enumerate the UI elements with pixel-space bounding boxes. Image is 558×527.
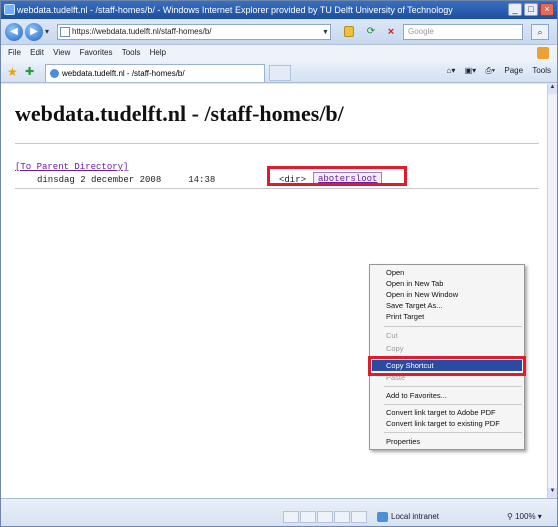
- status-bar: Local intranet ⚲ 100% ▾: [1, 498, 557, 526]
- status-panel: [300, 511, 316, 523]
- menu-bar: File Edit View Favorites Tools Help: [1, 45, 557, 61]
- new-tab-button[interactable]: [269, 65, 291, 81]
- highlight-box-directory: [267, 166, 407, 186]
- home-icon[interactable]: ⌂▾: [446, 66, 455, 75]
- address-toolbar: ◀ ▶ ▾ https://webdata.tudelft.nl/staff-h…: [1, 19, 557, 45]
- menu-tools[interactable]: Tools: [122, 48, 141, 57]
- window-title: webdata.tudelft.nl - /staff-homes/b/ - W…: [17, 5, 453, 15]
- feeds-icon[interactable]: [537, 47, 549, 59]
- page-menu[interactable]: Page: [504, 66, 523, 75]
- page-icon: [60, 27, 70, 37]
- ctx-cut: Cut: [386, 331, 398, 340]
- browser-window: webdata.tudelft.nl - /staff-homes/b/ - W…: [0, 0, 558, 527]
- menu-file[interactable]: File: [8, 48, 21, 57]
- ctx-separator: [384, 386, 522, 387]
- intranet-icon: [377, 512, 388, 522]
- ctx-open-new-tab[interactable]: Open in New Tab: [386, 279, 443, 289]
- status-panel: [317, 511, 333, 523]
- ctx-separator: [384, 326, 522, 327]
- scroll-down-icon[interactable]: ▼: [548, 488, 557, 498]
- lock-icon[interactable]: [344, 26, 354, 37]
- search-input[interactable]: Google: [403, 24, 523, 40]
- ctx-properties[interactable]: Properties: [386, 437, 420, 447]
- ctx-open[interactable]: Open: [386, 268, 404, 278]
- ie-icon: [4, 4, 15, 15]
- status-panels: [283, 511, 367, 523]
- address-input[interactable]: https://webdata.tudelft.nl/staff-homes/b…: [57, 24, 331, 40]
- refresh-icon[interactable]: ⟳: [364, 25, 378, 39]
- ctx-save-target[interactable]: Save Target As...: [386, 301, 443, 311]
- scroll-up-icon[interactable]: ▲: [548, 84, 557, 94]
- zoom-value: 100%: [515, 512, 536, 521]
- feeds-cmd-icon[interactable]: ▣▾: [465, 66, 477, 75]
- tab-page-icon: [50, 69, 59, 78]
- divider-bottom: [15, 188, 539, 189]
- address-dropdown-icon[interactable]: ▼: [322, 29, 329, 36]
- forward-button[interactable]: ▶: [25, 23, 43, 41]
- add-favorites-icon[interactable]: ✚: [25, 65, 34, 78]
- ctx-copy: Copy: [386, 344, 404, 353]
- ctx-print-target[interactable]: Print Target: [386, 312, 424, 322]
- page-content: webdata.tudelft.nl - /staff-homes/b/ [To…: [1, 84, 547, 498]
- zoom-level[interactable]: ⚲ 100% ▾: [507, 511, 542, 523]
- menu-view[interactable]: View: [53, 48, 70, 57]
- search-icon[interactable]: ⌕: [531, 24, 549, 40]
- status-panel: [351, 511, 367, 523]
- status-panel: [283, 511, 299, 523]
- minimize-button[interactable]: _: [508, 3, 522, 16]
- command-bar: ⌂▾ ▣▾ ⎙▾ Page Tools: [439, 66, 551, 76]
- zoom-icon: ⚲: [507, 512, 516, 521]
- divider-top: [15, 143, 539, 144]
- ctx-convert-existing-pdf[interactable]: Convert link target to existing PDF: [386, 419, 500, 429]
- ctx-separator: [384, 432, 522, 433]
- security-zone[interactable]: Local intranet: [377, 511, 439, 523]
- ctx-separator: [384, 404, 522, 405]
- window-controls: _ □ ×: [508, 3, 554, 16]
- ctx-add-favorites[interactable]: Add to Favorites...: [386, 391, 447, 401]
- row-time: 14:38: [188, 175, 216, 185]
- close-button[interactable]: ×: [540, 3, 554, 16]
- highlight-box-copy-shortcut: [368, 356, 526, 376]
- listing-row: dinsdag 2 december 2008 14:38: [37, 175, 215, 185]
- tools-menu[interactable]: Tools: [532, 66, 551, 75]
- page-heading: webdata.tudelft.nl - /staff-homes/b/: [15, 101, 344, 126]
- status-panel: [334, 511, 350, 523]
- history-dropdown-icon[interactable]: ▾: [45, 27, 49, 36]
- title-bar: webdata.tudelft.nl - /staff-homes/b/ - W…: [1, 1, 557, 19]
- menu-favorites[interactable]: Favorites: [80, 48, 113, 57]
- print-icon[interactable]: ⎙▾: [485, 66, 495, 75]
- row-date: dinsdag 2 december 2008: [37, 175, 162, 185]
- back-button[interactable]: ◀: [5, 23, 23, 41]
- ctx-open-new-window[interactable]: Open in New Window: [386, 290, 458, 300]
- maximize-button[interactable]: □: [524, 3, 538, 16]
- parent-directory-link[interactable]: [To Parent Directory]: [15, 162, 128, 172]
- zone-label: Local intranet: [391, 512, 440, 521]
- favorites-star-icon[interactable]: ★: [7, 65, 18, 79]
- tab-bar: ★ ✚ webdata.tudelft.nl - /staff-homes/b/…: [1, 61, 557, 83]
- tab-title: webdata.tudelft.nl - /staff-homes/b/: [62, 69, 185, 78]
- tab-active[interactable]: webdata.tudelft.nl - /staff-homes/b/: [45, 64, 265, 82]
- menu-help[interactable]: Help: [150, 48, 166, 57]
- stop-icon[interactable]: ×: [384, 25, 398, 39]
- ctx-convert-adobe-pdf[interactable]: Convert link target to Adobe PDF: [386, 408, 496, 418]
- url-text: https://webdata.tudelft.nl/staff-homes/b…: [72, 27, 212, 36]
- vertical-scrollbar[interactable]: ▲ ▼: [547, 84, 557, 498]
- menu-edit[interactable]: Edit: [30, 48, 44, 57]
